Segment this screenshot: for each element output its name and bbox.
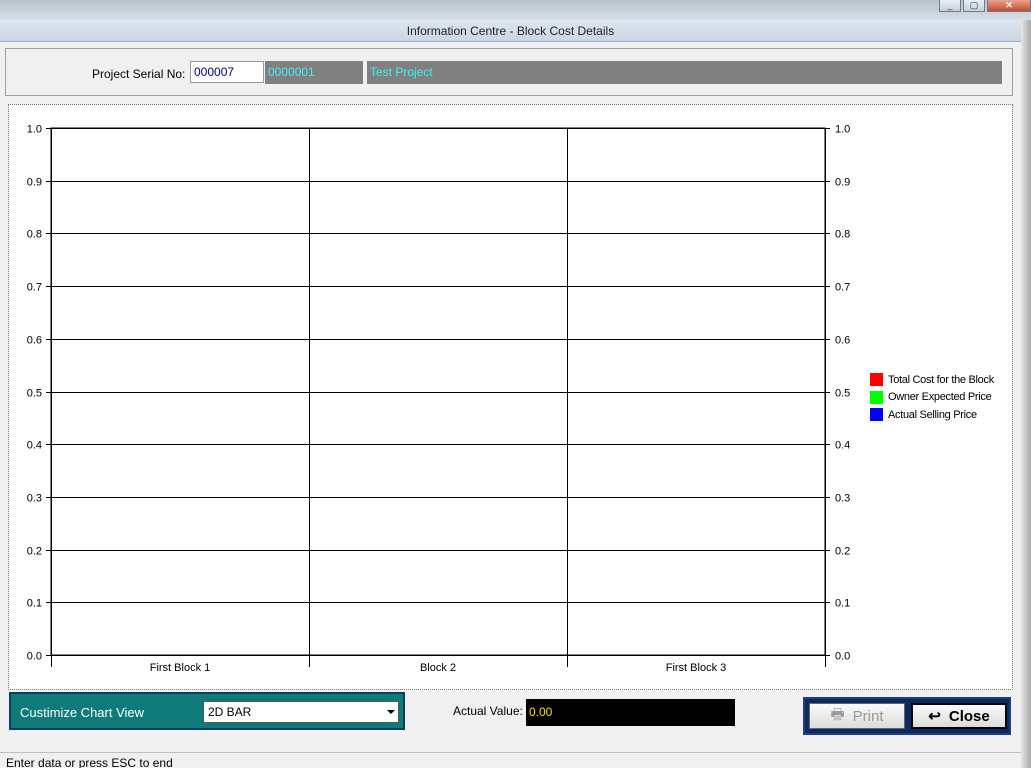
legend-item: Owner Expected Price (870, 389, 994, 407)
status-bar: Enter data or press ESC to end (0, 752, 1021, 768)
minimize-button[interactable]: _ (939, 0, 961, 12)
printer-icon: 🖶 (830, 705, 845, 723)
actual-value-label: Actual Value: (453, 704, 523, 718)
y-tick-label: 0.7 (27, 282, 42, 294)
customize-label: Custimize Chart View (20, 705, 145, 720)
y-tick-label: 0.4 (27, 440, 42, 452)
legend-label: Actual Selling Price (888, 408, 977, 421)
serial-label: Project Serial No: (92, 67, 186, 81)
serial-input[interactable] (190, 61, 264, 83)
y-tick-label: 0.2 (27, 546, 42, 558)
legend-label: Total Cost for the Block (888, 373, 994, 386)
legend-swatch (870, 408, 883, 422)
return-arrow-icon: ↩ (928, 708, 941, 725)
y-tick-label: 1.0 (27, 124, 42, 136)
chart-view-panel: Custimize Chart View 2D BAR (9, 692, 405, 730)
y-tick-label-right: 0.5 (835, 388, 850, 400)
y-tick-label: 0.6 (27, 335, 42, 347)
window-edge (1021, 20, 1031, 768)
y-tick-label-right: 0.1 (835, 598, 850, 610)
project-name-field: Test Project (367, 61, 1002, 84)
chart-legend: Total Cost for the Block Owner Expected P… (870, 371, 994, 424)
x-tick-label: First Block 3 (666, 662, 727, 674)
button-panel: 🖶 Print ↩ Close (803, 697, 1011, 735)
y-tick-label: 0.1 (27, 598, 42, 610)
window-title: Information Centre - Block Cost Details (0, 20, 1021, 42)
y-tick-label-right: 0.8 (835, 229, 850, 241)
legend-swatch (870, 373, 883, 387)
close-button[interactable]: ↩ Close (911, 703, 1007, 729)
y-tick-label-right: 0.4 (835, 440, 850, 452)
project-header-panel: Project Serial No: 0000001 Test Project (5, 48, 1013, 96)
project-code-field: 0000001 (265, 61, 363, 84)
y-tick-label-right: 0.2 (835, 546, 850, 558)
y-tick-label-right: 0.6 (835, 335, 850, 347)
y-tick-label: 0.8 (27, 229, 42, 241)
window-controls: _ ▢ ✕ (937, 0, 1031, 12)
x-tick-label: First Block 1 (150, 662, 211, 674)
chart-panel: 0.0 0.0 0.1 0.1 0.2 0.2 0.3 0.3 0.4 0.4 0.5 0.5 0.6 0… (8, 104, 1013, 690)
legend-swatch (870, 390, 883, 404)
bar-chart: 0.0 0.0 0.1 0.1 0.2 0.2 0.3 0.3 0.4 0.4 0.5 0.5 0.6 0… (27, 124, 851, 675)
legend-label: Owner Expected Price (888, 391, 992, 404)
y-tick-label: 0.3 (27, 493, 42, 505)
y-tick-label: 0.0 (27, 651, 42, 663)
y-tick-label-right: 0.0 (835, 651, 850, 663)
x-tick-label: Block 2 (420, 662, 456, 674)
y-tick-label: 0.9 (27, 177, 42, 189)
chart-type-value: 2D BAR (208, 705, 252, 719)
chart-type-select[interactable]: 2D BAR (203, 701, 399, 723)
close-label: Close (948, 707, 990, 725)
print-button[interactable]: 🖶 Print (809, 703, 905, 729)
y-tick-label-right: 0.7 (835, 282, 850, 294)
y-tick-label: 0.5 (27, 388, 42, 400)
window-close-button[interactable]: ✕ (987, 0, 1031, 12)
print-label: Print (852, 707, 884, 725)
actual-value-field: 0.00 (526, 699, 735, 726)
y-tick-label-right: 1.0 (835, 124, 850, 136)
legend-item: Actual Selling Price (870, 406, 994, 424)
legend-item: Total Cost for the Block (870, 371, 994, 389)
dropdown-arrow-icon (387, 710, 395, 714)
plot-area (50, 127, 826, 656)
taskbar-strip: _ ▢ ✕ (0, 0, 1031, 20)
y-tick-label-right: 0.9 (835, 177, 850, 189)
y-tick-label-right: 0.3 (835, 493, 850, 505)
restore-button[interactable]: ▢ (963, 0, 985, 12)
